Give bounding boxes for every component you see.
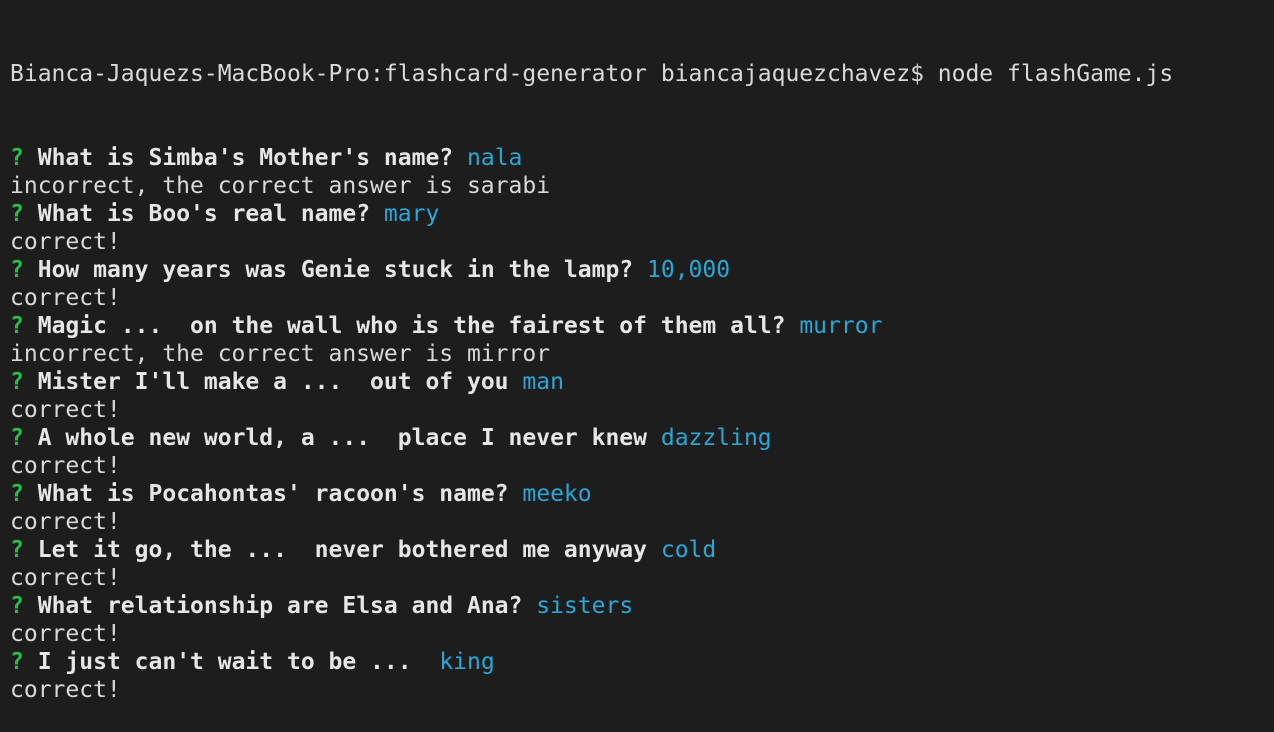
question-line: ? How many years was Genie stuck in the … bbox=[10, 256, 1274, 284]
result-line: correct! bbox=[10, 397, 121, 423]
question-text: A whole new world, a ... place I never k… bbox=[37, 425, 647, 451]
answer-text: 10,000 bbox=[647, 257, 731, 283]
result-line: correct! bbox=[10, 621, 121, 647]
question-line: ? Magic ... on the wall who is the faire… bbox=[10, 312, 1274, 340]
question-line: ? A whole new world, a ... place I never… bbox=[10, 424, 1274, 452]
question-line: ? What relationship are Elsa and Ana? si… bbox=[10, 592, 1274, 620]
question-text: Let it go, the ... never bothered me any… bbox=[37, 537, 647, 563]
result-line: correct! bbox=[10, 285, 121, 311]
question-line: ? What is Boo's real name? mary bbox=[10, 200, 1274, 228]
question-line: ? What is Pocahontas' racoon's name? mee… bbox=[10, 480, 1274, 508]
question-line: ? Mister I'll make a ... out of you man bbox=[10, 368, 1274, 396]
question-mark-icon: ? bbox=[10, 313, 24, 339]
question-mark-icon: ? bbox=[10, 425, 24, 451]
question-mark-icon: ? bbox=[10, 369, 24, 395]
question-mark-icon: ? bbox=[10, 537, 24, 563]
answer-text: meeko bbox=[522, 481, 592, 507]
question-text: How many years was Genie stuck in the la… bbox=[37, 257, 634, 283]
answer-text: mary bbox=[383, 201, 440, 227]
result-line: correct! bbox=[10, 229, 121, 255]
shell-prompt-line: Bianca-Jaquezs-MacBook-Pro:flashcard-gen… bbox=[10, 61, 1174, 87]
terminal-window[interactable]: Bianca-Jaquezs-MacBook-Pro:flashcard-gen… bbox=[0, 0, 1274, 703]
question-text: I just can't wait to be ... bbox=[37, 649, 426, 675]
answer-text: murror bbox=[799, 313, 883, 339]
question-line: ? I just can't wait to be ... king bbox=[10, 648, 1274, 676]
question-text: Mister I'll make a ... out of you bbox=[37, 369, 509, 395]
question-text: What is Boo's real name? bbox=[37, 201, 371, 227]
question-mark-icon: ? bbox=[10, 649, 24, 675]
result-line: correct! bbox=[10, 453, 121, 479]
question-mark-icon: ? bbox=[10, 593, 24, 619]
answer-text: man bbox=[522, 369, 564, 395]
result-line: correct! bbox=[10, 677, 121, 703]
answer-text: dazzling bbox=[660, 425, 772, 451]
question-mark-icon: ? bbox=[10, 201, 24, 227]
question-text: What is Pocahontas' racoon's name? bbox=[37, 481, 509, 507]
question-text: Magic ... on the wall who is the fairest… bbox=[37, 313, 786, 339]
answer-text: sisters bbox=[536, 593, 634, 619]
quiz-transcript: ? What is Simba's Mother's name? nala inc… bbox=[10, 144, 1274, 704]
result-line: incorrect, the correct answer is sarabi bbox=[10, 173, 551, 199]
result-line: correct! bbox=[10, 509, 121, 535]
question-mark-icon: ? bbox=[10, 145, 24, 171]
answer-text: nala bbox=[467, 145, 523, 171]
question-text: What is Simba's Mother's name? bbox=[37, 145, 454, 171]
question-text: What relationship are Elsa and Ana? bbox=[37, 593, 523, 619]
result-line: correct! bbox=[10, 565, 121, 591]
answer-text: king bbox=[439, 649, 495, 675]
question-line: ? What is Simba's Mother's name? nala bbox=[10, 144, 1274, 172]
question-line: ? Let it go, the ... never bothered me a… bbox=[10, 536, 1274, 564]
answer-text: cold bbox=[660, 537, 717, 563]
question-mark-icon: ? bbox=[10, 257, 24, 283]
question-mark-icon: ? bbox=[10, 481, 24, 507]
result-line: incorrect, the correct answer is mirror bbox=[10, 341, 551, 367]
